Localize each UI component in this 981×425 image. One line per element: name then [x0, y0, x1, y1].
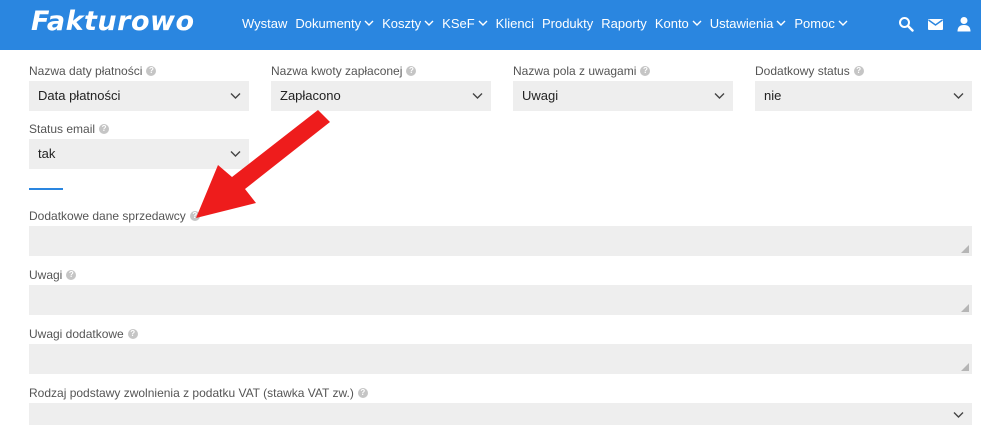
top-navbar: Fakturowo Wystaw Dokumenty Koszty KSeF K… [0, 0, 981, 50]
chevron-down-icon [692, 20, 702, 27]
help-icon[interactable]: ? [99, 124, 110, 134]
notes-field-name-select[interactable]: Uwagi [513, 81, 733, 111]
help-icon[interactable]: ? [66, 270, 77, 280]
seller-additional-data-textarea[interactable] [29, 226, 972, 256]
nav-item-wystaw[interactable]: Wystaw [242, 16, 287, 31]
nav-item-ksef[interactable]: KSeF [442, 16, 488, 31]
chevron-down-icon [478, 20, 488, 27]
vat-exemption-basis-select[interactable] [29, 403, 972, 425]
chevron-down-icon [472, 92, 483, 100]
nav-icons [885, 16, 971, 32]
nav-item-produkty[interactable]: Produkty [542, 16, 593, 31]
payment-date-name-label: Nazwa daty płatności? [29, 64, 157, 78]
nav-item-raporty[interactable]: Raporty [601, 16, 647, 31]
help-icon[interactable]: ? [127, 329, 138, 339]
paid-amount-name-label: Nazwa kwoty zapłaconej? [271, 64, 417, 78]
nav-item-klienci[interactable]: Klienci [496, 16, 534, 31]
user-icon[interactable] [957, 16, 971, 32]
nav-menu: Wystaw Dokumenty Koszty KSeF Klienci Pro… [242, 16, 856, 31]
red-annotation-arrow [190, 98, 335, 223]
help-icon[interactable]: ? [853, 66, 864, 76]
help-icon[interactable]: ? [357, 388, 368, 398]
resize-handle-icon[interactable] [961, 363, 969, 371]
chevron-down-icon [838, 20, 848, 27]
notes-label: Uwagi? [29, 268, 77, 282]
resize-handle-icon[interactable] [961, 304, 969, 312]
help-icon[interactable]: ? [640, 66, 651, 76]
additional-notes-textarea[interactable] [29, 344, 972, 374]
chevron-down-icon [953, 92, 964, 100]
notes-textarea[interactable] [29, 285, 972, 315]
help-icon[interactable]: ? [406, 66, 417, 76]
help-icon[interactable]: ? [146, 66, 157, 76]
nav-item-koszty[interactable]: Koszty [382, 16, 434, 31]
additional-status-label: Dodatkowy status? [755, 64, 864, 78]
chevron-down-icon [424, 20, 434, 27]
seller-additional-data-label: Dodatkowe dane sprzedawcy? [29, 209, 200, 223]
nav-item-konto[interactable]: Konto [655, 16, 702, 31]
envelope-icon[interactable] [927, 16, 944, 32]
vat-exemption-basis-label: Rodzaj podstawy zwolnienia z podatku VAT… [29, 386, 368, 400]
nav-item-dokumenty[interactable]: Dokumenty [295, 16, 374, 31]
fakturowo-logo[interactable]: Fakturowo [31, 6, 195, 37]
search-icon[interactable] [898, 16, 914, 32]
chevron-down-icon [953, 411, 964, 419]
resize-handle-icon[interactable] [961, 245, 969, 253]
chevron-down-icon [364, 20, 374, 27]
nav-item-pomoc[interactable]: Pomoc [794, 16, 848, 31]
chevron-down-icon [714, 92, 725, 100]
notes-field-name-label: Nazwa pola z uwagami? [513, 64, 651, 78]
nav-item-ustawienia[interactable]: Ustawienia [710, 16, 787, 31]
email-status-label: Status email? [29, 122, 110, 136]
section-tab-indicator [29, 188, 63, 190]
additional-status-select[interactable]: nie [755, 81, 972, 111]
additional-notes-label: Uwagi dodatkowe? [29, 327, 138, 341]
chevron-down-icon [776, 20, 786, 27]
